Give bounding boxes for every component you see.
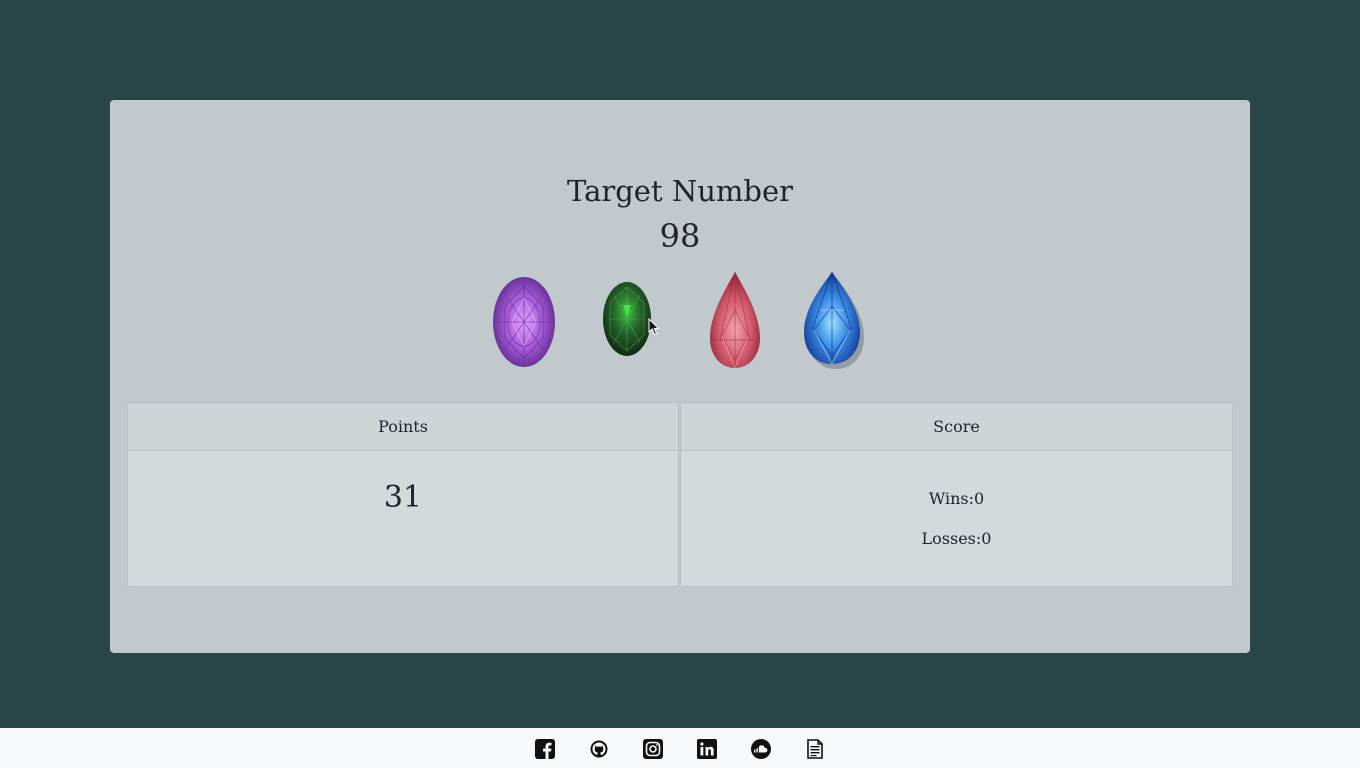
facebook-icon[interactable] (535, 739, 555, 759)
target-title: Target Number (567, 174, 793, 208)
linkedin-icon[interactable] (697, 739, 717, 759)
points-header: Points (128, 403, 678, 451)
footer (0, 728, 1360, 768)
purple-crystal-button[interactable] (491, 276, 557, 368)
game-panel: Target Number 98 Points 31 Score Wins:0 … (110, 100, 1250, 653)
target-number: 98 (659, 217, 701, 255)
green-crystal-icon (603, 282, 651, 356)
purple-crystal-icon (493, 277, 555, 367)
soundcloud-icon[interactable] (751, 739, 771, 759)
mouse-cursor-icon (648, 317, 660, 340)
score-card: Score Wins:0 Losses:0 (680, 402, 1233, 587)
wins-count: Wins:0 (928, 489, 985, 508)
red-crystal-icon (710, 271, 760, 369)
instagram-icon[interactable] (643, 739, 663, 759)
green-crystal-button[interactable] (602, 281, 652, 357)
points-card: Points 31 (127, 402, 679, 587)
blue-crystal-icon (804, 271, 864, 369)
score-header: Score (681, 403, 1232, 451)
resume-icon[interactable] (805, 739, 825, 759)
points-value: 31 (383, 480, 423, 515)
red-crystal-button[interactable] (706, 270, 764, 370)
blue-crystal-button[interactable] (800, 270, 868, 370)
github-icon[interactable] (589, 739, 609, 759)
losses-count: Losses:0 (921, 529, 992, 548)
